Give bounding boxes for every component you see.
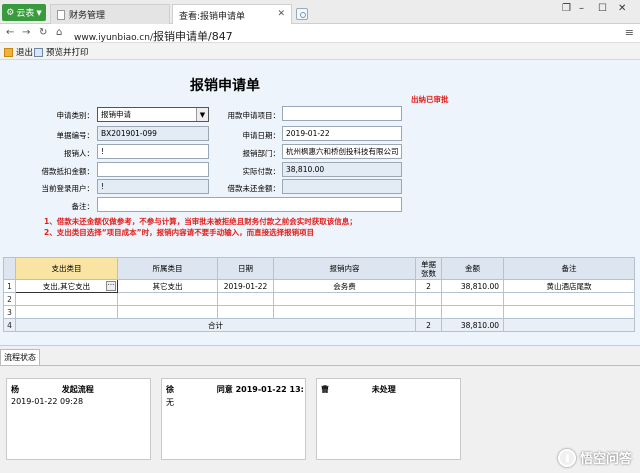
app-menu-button[interactable]: ⚙ 云表 ▼ xyxy=(2,4,46,21)
date-cell[interactable]: 2019-01-22 xyxy=(217,279,274,293)
count-cell[interactable]: 2 xyxy=(415,279,442,293)
form-notes: 1、借款未还金额仅做参考，不参与计算，当审批未被拒绝且财务付款之前会实时获取该信… xyxy=(44,217,357,237)
current-user-label: 当前登录用户： xyxy=(41,184,95,193)
tab-finance[interactable]: 财务管理 xyxy=(50,4,170,24)
refresh-icon[interactable]: ↻ xyxy=(39,27,47,38)
project-input[interactable] xyxy=(282,106,402,121)
row-number: 2 xyxy=(3,292,16,306)
more-icon[interactable]: ··· xyxy=(106,281,116,291)
approver-action: 未处理 xyxy=(371,385,396,394)
print-icon xyxy=(34,47,43,57)
actual-pay-label: 实际付款： xyxy=(242,167,281,176)
minimize-icon[interactable]: – xyxy=(579,3,584,14)
remark-input[interactable] xyxy=(97,197,402,212)
table-row[interactable]: 1 支出,其它支出 ··· 其它支出 2019-01-22 会务费 2 38,81… xyxy=(3,279,635,293)
browser-titlebar: ⚙ 云表 ▼ 财务管理 查看:报销申请单 ✕ ❐ – ☐ ✕ xyxy=(0,0,640,25)
chevron-down-icon: ▼ xyxy=(36,8,42,17)
page-icon xyxy=(57,9,65,20)
col-header-content[interactable]: 报销内容 xyxy=(273,257,416,280)
applicant-label: 报销人： xyxy=(64,149,94,158)
close-tab-icon[interactable]: ✕ xyxy=(277,9,285,19)
preview-print-button[interactable]: 预览并打印 xyxy=(34,46,89,58)
table-row[interactable]: 2 xyxy=(3,292,635,306)
table-header-row: 支出类目 所属类目 日期 报销内容 单据 张数 金额 备注 xyxy=(3,257,635,280)
expense-detail-table: 支出类目 所属类目 日期 报销内容 单据 张数 金额 备注 1 支出,其它支出 ··… xyxy=(3,257,635,332)
exit-button[interactable]: 退出 xyxy=(4,46,33,58)
unreturned-loan-field xyxy=(282,179,402,194)
form-title: 报销申请单 xyxy=(190,78,260,94)
home-icon[interactable]: ⌂ xyxy=(56,27,62,38)
wukong-logo-icon xyxy=(557,448,576,467)
dept-label: 报销部门： xyxy=(242,149,281,158)
workflow-card-initiator: 杨 发起流程 2019-01-22 09:28 xyxy=(6,378,151,460)
approver-detail: 无 xyxy=(166,398,174,407)
app-logo-icon: ⚙ xyxy=(6,7,15,18)
col-header-category[interactable]: 支出类目 xyxy=(15,257,118,280)
category-cell[interactable]: 支出,其它支出 ··· xyxy=(15,279,118,293)
col-header-amount[interactable]: 金额 xyxy=(441,257,504,280)
address-bar: ← → ↻ ⌂ www.iyunbiao.cn/报销申请单/847 ≡ xyxy=(0,24,640,43)
exit-icon xyxy=(4,47,13,57)
doc-no-label: 单据编号： xyxy=(56,131,95,140)
approver-name: 曹 xyxy=(321,385,329,394)
url-field[interactable]: www.iyunbiao.cn/报销申请单/847 xyxy=(74,28,233,44)
approver-name: 杨 xyxy=(11,385,19,394)
restore-down-icon[interactable]: ❐ xyxy=(562,3,571,14)
approver-detail: 2019-01-22 09:28 xyxy=(11,397,84,406)
unreturned-loan-label: 借款未还金额： xyxy=(227,184,281,193)
parent-cell[interactable]: 其它支出 xyxy=(117,279,218,293)
workflow-card-pending: 曹 未处理 xyxy=(316,378,461,460)
col-header-date[interactable]: 日期 xyxy=(217,257,274,280)
new-tab-button[interactable] xyxy=(296,8,308,20)
table-total-row: 4 合计 2 38,810.00 xyxy=(3,318,635,332)
apply-date-input[interactable]: 2019-01-22 xyxy=(282,126,402,141)
close-window-icon[interactable]: ✕ xyxy=(618,3,626,14)
menu-icon[interactable]: ≡ xyxy=(625,26,634,39)
col-header-count[interactable]: 单据 张数 xyxy=(415,257,442,280)
form-area: 报销申请单 出纳已审批 申请类别： 报销申请 ▼ 用款申请项目： 单据编号： B… xyxy=(0,60,640,255)
apply-type-label: 申请类别： xyxy=(56,111,95,120)
approver-action: 发起流程 xyxy=(61,385,94,394)
toolbar: 退出 预览并打印 xyxy=(0,43,640,60)
project-label: 用款申请项目： xyxy=(227,111,281,120)
approver-name: 徐 xyxy=(166,385,174,394)
content-cell[interactable]: 会务费 xyxy=(273,279,416,293)
amount-cell[interactable]: 38,810.00 xyxy=(441,279,504,293)
remark-cell[interactable]: 黄山酒店尾款 xyxy=(503,279,635,293)
total-label: 合计 xyxy=(15,318,416,332)
tab-expense-view[interactable]: 查看:报销申请单 ✕ xyxy=(172,4,292,25)
tab-workflow-status[interactable]: 流程状态 xyxy=(0,349,40,365)
table-row[interactable]: 3 xyxy=(3,305,635,319)
loan-offset-label: 借款抵扣金额： xyxy=(41,167,95,176)
col-header-remark[interactable]: 备注 xyxy=(503,257,635,280)
detail-grid-area: 支出类目 所属类目 日期 报销内容 单据 张数 金额 备注 1 支出,其它支出 ··… xyxy=(0,255,640,345)
forward-icon[interactable]: → xyxy=(22,27,30,38)
actual-pay-field: 38,810.00 xyxy=(282,162,402,177)
total-count: 2 xyxy=(415,318,442,332)
approver-action: 同意 2019-01-22 13: xyxy=(216,385,304,394)
back-icon[interactable]: ← xyxy=(6,27,14,38)
workflow-panel: 流程状态 杨 发起流程 2019-01-22 09:28 徐 同意 2019-0… xyxy=(0,345,640,473)
status-badge: 出纳已审批 xyxy=(411,95,449,104)
maximize-icon[interactable]: ☐ xyxy=(598,3,607,14)
row-number: 3 xyxy=(3,305,16,319)
apply-date-label: 申请日期： xyxy=(242,131,281,140)
col-header-parent[interactable]: 所属类目 xyxy=(117,257,218,280)
workflow-card-approver: 徐 同意 2019-01-22 13: 无 xyxy=(161,378,306,460)
row-number: 4 xyxy=(3,318,16,332)
total-amount: 38,810.00 xyxy=(441,318,504,332)
dept-input[interactable]: 杭州枫惠六和桥创投科技有限公司 xyxy=(282,144,402,159)
row-number: 1 xyxy=(3,279,16,293)
remark-label: 备注： xyxy=(71,202,95,211)
watermark: 悟空问答 xyxy=(557,448,632,467)
